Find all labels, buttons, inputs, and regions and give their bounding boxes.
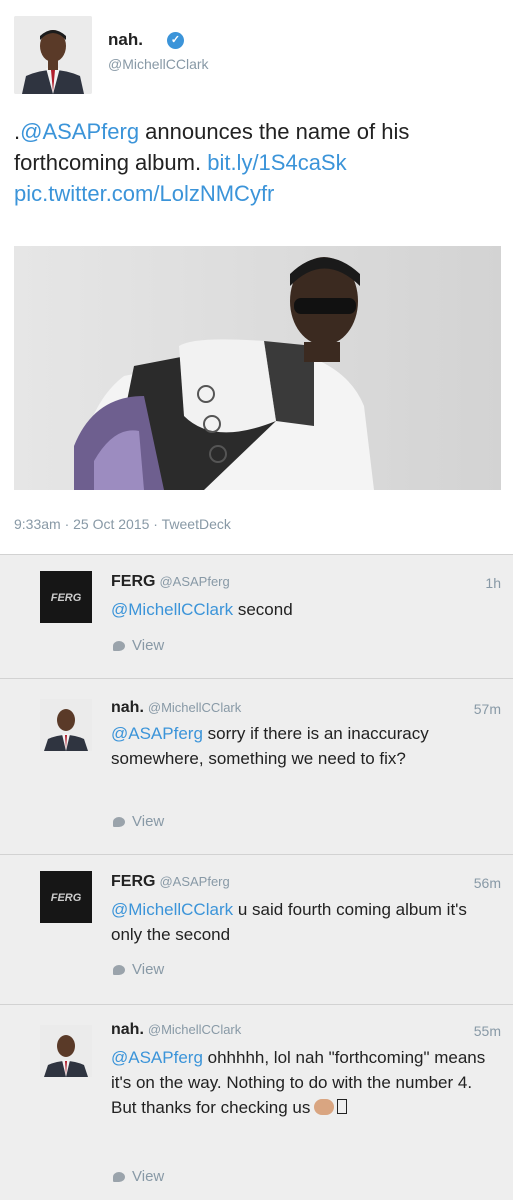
reply-author[interactable]: FERG @ASAPferg xyxy=(111,573,230,591)
reply-name: FERG xyxy=(111,573,156,590)
avatar[interactable] xyxy=(40,1025,92,1077)
reply-time[interactable]: 57m xyxy=(474,701,501,717)
avatar[interactable]: FERG xyxy=(40,571,92,623)
mention-link[interactable]: @MichellCClark xyxy=(111,600,233,619)
url-link[interactable]: bit.ly/1S4caSk xyxy=(207,150,346,175)
avatar-photo xyxy=(14,16,92,94)
reply-author[interactable]: nah. @MichellCClark xyxy=(111,1021,241,1039)
reply-author[interactable]: FERG @ASAPferg xyxy=(111,873,230,891)
reply-time[interactable]: 1h xyxy=(485,575,501,591)
view-button[interactable]: View xyxy=(113,637,164,654)
reply-handle: @MichellCClark xyxy=(147,700,242,715)
main-tweet: nah. ✓ @MichellCClark .@ASAPferg announc… xyxy=(0,0,513,553)
reply-text: @ASAPferg ohhhhh, lol nah "forthcoming" … xyxy=(111,1045,496,1120)
reply-body: second xyxy=(233,600,293,619)
avatar-photo xyxy=(40,699,92,751)
speech-bubble-icon xyxy=(113,965,125,975)
speech-bubble-icon xyxy=(113,817,125,827)
view-label: View xyxy=(132,1168,165,1185)
tweet-text: .@ASAPferg announces the name of his for… xyxy=(14,116,504,209)
view-label: View xyxy=(132,637,165,654)
clap-emoji-icon xyxy=(314,1099,335,1115)
speech-bubble-icon xyxy=(113,1172,125,1182)
mention-link[interactable]: @ASAPferg xyxy=(111,724,203,743)
svg-text:FERG: FERG xyxy=(51,892,82,904)
pic-link[interactable]: pic.twitter.com/LolzNMCyfr xyxy=(14,181,274,206)
reply-handle: @ASAPferg xyxy=(159,874,230,889)
list-item[interactable]: nah. @MichellCClark 57m @ASAPferg sorry i… xyxy=(0,678,513,855)
reply-name: nah. xyxy=(111,1021,144,1038)
list-item[interactable]: FERG FERG @ASAPferg 56m @MichellCClark u … xyxy=(0,854,513,1005)
reply-handle: @MichellCClark xyxy=(147,1022,242,1037)
ferg-logo-icon: FERG xyxy=(40,571,92,623)
mention-link[interactable]: @MichellCClark xyxy=(111,900,233,919)
reply-text: @MichellCClark u said fourth coming albu… xyxy=(111,897,496,947)
mention-link[interactable]: @ASAPferg xyxy=(20,119,139,144)
reply-handle: @ASAPferg xyxy=(159,574,230,589)
photo-image xyxy=(14,246,501,490)
list-item[interactable]: FERG FERG @ASAPferg 1h @MichellCClark sec… xyxy=(0,554,513,679)
view-label: View xyxy=(132,961,165,978)
missing-glyph-icon xyxy=(337,1099,348,1114)
view-button[interactable]: View xyxy=(113,1168,164,1185)
svg-text:FERG: FERG xyxy=(51,592,82,604)
reply-list: FERG FERG @ASAPferg 1h @MichellCClark sec… xyxy=(0,554,513,1200)
avatar[interactable] xyxy=(14,16,92,94)
view-label: View xyxy=(132,813,165,830)
tweet-meta: 9:33am · 25 Oct 2015 · TweetDeck xyxy=(14,516,231,532)
reply-text: @MichellCClark second xyxy=(111,597,496,622)
avatar[interactable] xyxy=(40,699,92,751)
list-item[interactable]: nah. @MichellCClark 55m @ASAPferg ohhhhh,… xyxy=(0,1004,513,1201)
speech-bubble-icon xyxy=(113,641,125,651)
avatar-photo xyxy=(40,1025,92,1077)
reply-author[interactable]: nah. @MichellCClark xyxy=(111,699,241,717)
ferg-logo-icon: FERG xyxy=(40,871,92,923)
author-name[interactable]: nah. xyxy=(108,30,143,50)
reply-text: @ASAPferg sorry if there is an inaccurac… xyxy=(111,721,496,771)
mention-link[interactable]: @ASAPferg xyxy=(111,1048,203,1067)
view-button[interactable]: View xyxy=(113,961,164,978)
view-button[interactable]: View xyxy=(113,813,164,830)
reply-time[interactable]: 56m xyxy=(474,875,501,891)
reply-time[interactable]: 55m xyxy=(474,1023,501,1039)
reply-name: nah. xyxy=(111,699,144,716)
avatar[interactable]: FERG xyxy=(40,871,92,923)
tweet-photo[interactable] xyxy=(14,246,501,490)
verified-badge-icon: ✓ xyxy=(167,32,184,49)
author-handle[interactable]: @MichellCClark xyxy=(108,56,209,72)
reply-name: FERG xyxy=(111,873,156,890)
